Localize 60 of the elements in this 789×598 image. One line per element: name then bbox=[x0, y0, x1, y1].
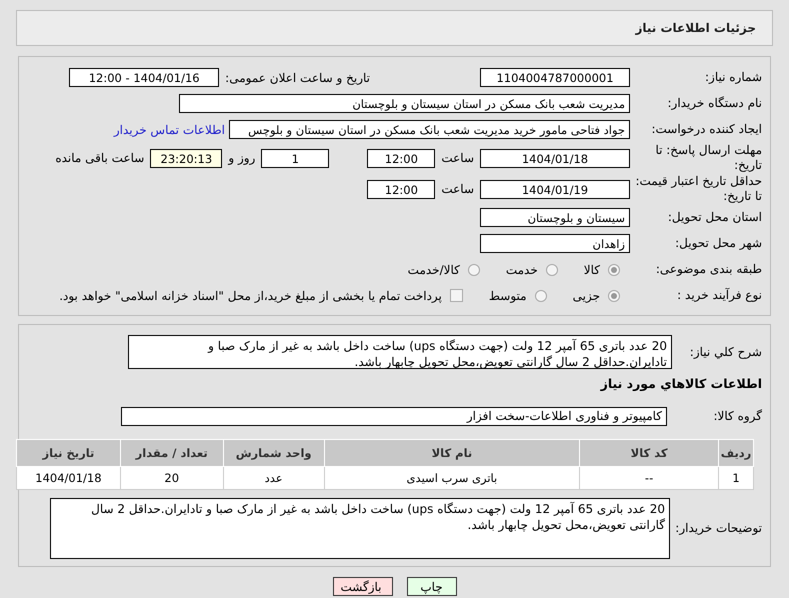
field-value: جواد فتاحی مامور خرید مدیریت شعب بانک مسکن در استان سیستان و بلوچس bbox=[229, 120, 630, 139]
field-value: 1 bbox=[261, 148, 330, 168]
field-label: ایجاد کننده درخواست: bbox=[650, 122, 763, 137]
field-value: 1404/01/16 - 12:00 bbox=[69, 68, 220, 87]
column-header: تعداد / مقدار bbox=[120, 440, 224, 466]
field-label: حداقل تاریخ اعتبار قیمت: تا تاریخ: bbox=[634, 174, 763, 204]
field-value: 1104004787000001 bbox=[480, 68, 630, 87]
field-label: نام دستگاه خریدار: bbox=[666, 96, 763, 111]
field-label: ساعت bbox=[441, 182, 474, 196]
page-title: جزئیات اطلاعات نیاز bbox=[635, 21, 756, 35]
field-label: طبقه بندی موضوعی: bbox=[654, 262, 763, 277]
column-header: ردیف bbox=[718, 440, 754, 466]
field-label: توضیحات خریدار: bbox=[674, 521, 763, 536]
field-value: 12:00 bbox=[367, 180, 436, 198]
field-label: روز و bbox=[228, 151, 256, 165]
option-label: جزیی bbox=[572, 288, 600, 302]
option-label: کالا bbox=[584, 262, 600, 276]
table-cell: 1 bbox=[718, 466, 754, 490]
table-cell: 20 bbox=[120, 466, 224, 490]
field-label: تاریخ و ساعت اعلان عمومی: bbox=[225, 70, 370, 84]
checkbox[interactable] bbox=[450, 289, 463, 302]
radio-button[interactable] bbox=[608, 290, 620, 302]
table-cell: باتری سرب اسیدی bbox=[324, 466, 580, 490]
field-label: شماره نیاز: bbox=[704, 70, 763, 85]
print-button[interactable]: چاپ bbox=[406, 577, 456, 596]
field-value: سیستان و بلوچستان bbox=[480, 208, 630, 227]
field-label: استان محل تحویل: bbox=[666, 210, 763, 225]
field-value: 23:20:13 bbox=[150, 148, 222, 168]
field-value: زاهدان bbox=[480, 234, 630, 253]
column-header: واحد شمارش bbox=[223, 440, 324, 466]
field-label: ساعت باقی مانده bbox=[55, 151, 144, 165]
table-cell: 1404/01/18 bbox=[16, 466, 120, 490]
field-label: شهر محل تحویل: bbox=[674, 236, 763, 251]
section-title: اطلاعات كالاهاي مورد نياز bbox=[600, 376, 763, 391]
field-label: شرح كلي نياز: bbox=[688, 344, 763, 360]
option-label: خدمت bbox=[506, 262, 538, 276]
column-header: کد کالا bbox=[580, 440, 719, 466]
group-field: کامپیوتر و فناوری اطلاعات-سخت افزار bbox=[121, 407, 667, 426]
field-label: گروه کالا: bbox=[712, 409, 763, 424]
field-value: مدیریت شعب بانک مسکن در استان سیستان و بلوچستان bbox=[179, 94, 630, 113]
table-cell: -- bbox=[580, 466, 719, 490]
field-value: 1404/01/18 bbox=[480, 148, 630, 168]
radio-button[interactable] bbox=[608, 264, 620, 276]
field-value: 12:00 bbox=[367, 148, 436, 168]
radio-button[interactable] bbox=[546, 264, 558, 276]
buyer-notes-box: 20 عدد باتری 65 آمپر 12 ولت (جهت دستگاه ups) ساخت داخل باشد به غیر از مارک صبا و تادایران.حداقل 2 سال گارانتی تعویض،محل تحویل چابهار باشد. bbox=[50, 498, 670, 559]
field-value: 1404/01/19 bbox=[480, 180, 630, 198]
radio-button[interactable] bbox=[534, 290, 547, 302]
option-label: کالا/خدمت bbox=[408, 262, 460, 276]
field-label: ساعت bbox=[441, 151, 474, 165]
table-cell: عدد bbox=[223, 466, 324, 490]
column-header: تاریخ نیاز bbox=[16, 440, 120, 466]
option-label: پرداخت تمام یا بخشی از مبلغ خرید،از محل "اسناد خزانه اسلامی" خواهد بود. bbox=[59, 288, 442, 302]
option-label: متوسط bbox=[488, 288, 527, 302]
contact-link[interactable]: اطلاعات تماس خریدار bbox=[114, 122, 225, 136]
field-label: نوع فرآیند خرید : bbox=[676, 288, 763, 303]
back-button[interactable]: بازگشت bbox=[332, 577, 392, 596]
radio-button[interactable] bbox=[468, 264, 480, 276]
field-label: مهلت ارسال پاسخ: تا تاریخ: bbox=[654, 143, 763, 173]
column-header: نام کالا bbox=[324, 440, 580, 466]
